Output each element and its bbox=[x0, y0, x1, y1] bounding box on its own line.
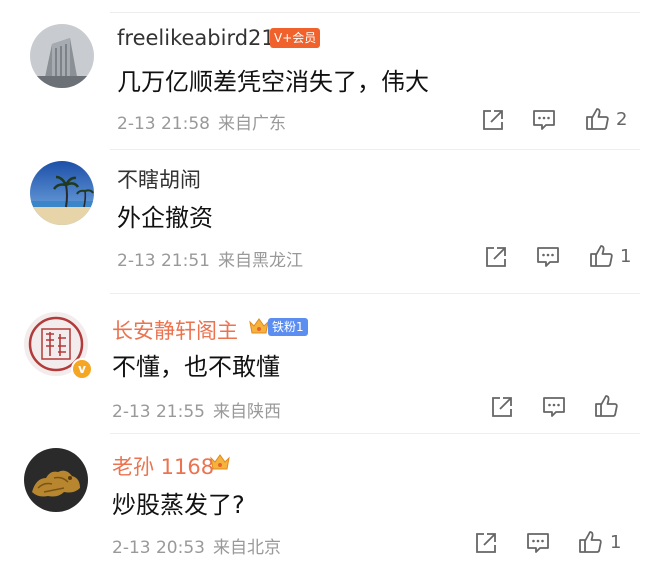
username[interactable]: 老孙 1168 bbox=[112, 451, 214, 481]
avatar[interactable] bbox=[30, 24, 94, 88]
comment-date: 2-13 21:58 bbox=[117, 114, 210, 134]
share-icon[interactable] bbox=[480, 107, 506, 133]
verified-v-icon: v bbox=[71, 358, 93, 380]
share-icon[interactable] bbox=[483, 244, 509, 270]
comment-icon[interactable] bbox=[535, 244, 561, 270]
fan-badge[interactable]: 铁粉1 bbox=[268, 318, 308, 336]
comment-meta: 2-13 20:53 来自北京 bbox=[112, 533, 289, 558]
like-icon[interactable] bbox=[577, 529, 603, 555]
comment-meta: 2-13 21:51 来自黑龙江 bbox=[117, 246, 311, 271]
share-icon[interactable] bbox=[489, 394, 515, 420]
comment-text: 不懂，也不敢懂 bbox=[112, 353, 280, 381]
comment-item: v 长安静轩阁主 铁粉1 不懂，也不敢懂 2-13 21:55 来自陕西 bbox=[0, 294, 650, 434]
member-badge[interactable]: V+会员 bbox=[270, 28, 321, 48]
comment-meta: 2-13 21:55 来自陕西 bbox=[112, 397, 289, 422]
comment-text: 几万亿顺差凭空消失了，伟大 bbox=[117, 68, 429, 96]
comment-date: 2-13 20:53 bbox=[112, 538, 205, 558]
comment-icon[interactable] bbox=[541, 394, 567, 420]
comment-item: freelikeabird21 V+会员 几万亿顺差凭空消失了，伟大 2-13 … bbox=[0, 0, 650, 150]
like-icon[interactable] bbox=[588, 243, 614, 269]
comment-icon[interactable] bbox=[531, 107, 557, 133]
comment-location: 来自北京 bbox=[212, 538, 281, 558]
avatar[interactable] bbox=[24, 448, 88, 512]
comment-icon[interactable] bbox=[525, 530, 551, 556]
username[interactable]: 长安静轩阁主 bbox=[112, 315, 238, 345]
like-count: 2 bbox=[616, 109, 628, 130]
like-icon[interactable] bbox=[593, 393, 619, 419]
comment-date: 2-13 21:51 bbox=[117, 251, 210, 271]
comment-location: 来自黑龙江 bbox=[217, 251, 303, 271]
comment-item: 老孙 1168 炒股蒸发了? 2-13 20:53 来自北京 1 bbox=[0, 434, 650, 567]
comment-location: 来自陕西 bbox=[212, 402, 281, 422]
comment-date: 2-13 21:55 bbox=[112, 402, 205, 422]
avatar[interactable] bbox=[30, 161, 94, 225]
comment-meta: 2-13 21:58 来自广东 bbox=[117, 109, 294, 134]
like-count: 1 bbox=[620, 246, 632, 267]
comment-location: 来自广东 bbox=[217, 114, 286, 134]
like-count: 1 bbox=[610, 532, 622, 553]
comment-text: 炒股蒸发了? bbox=[112, 491, 245, 519]
like-icon[interactable] bbox=[584, 106, 610, 132]
username[interactable]: 不瞎胡闹 bbox=[117, 164, 201, 194]
username[interactable]: freelikeabird21 bbox=[117, 26, 275, 50]
crown-icon bbox=[208, 450, 232, 478]
comment-text: 外企撤资 bbox=[117, 204, 213, 232]
share-icon[interactable] bbox=[473, 530, 499, 556]
comment-item: 不瞎胡闹 外企撤资 2-13 21:51 来自黑龙江 1 bbox=[0, 150, 650, 290]
